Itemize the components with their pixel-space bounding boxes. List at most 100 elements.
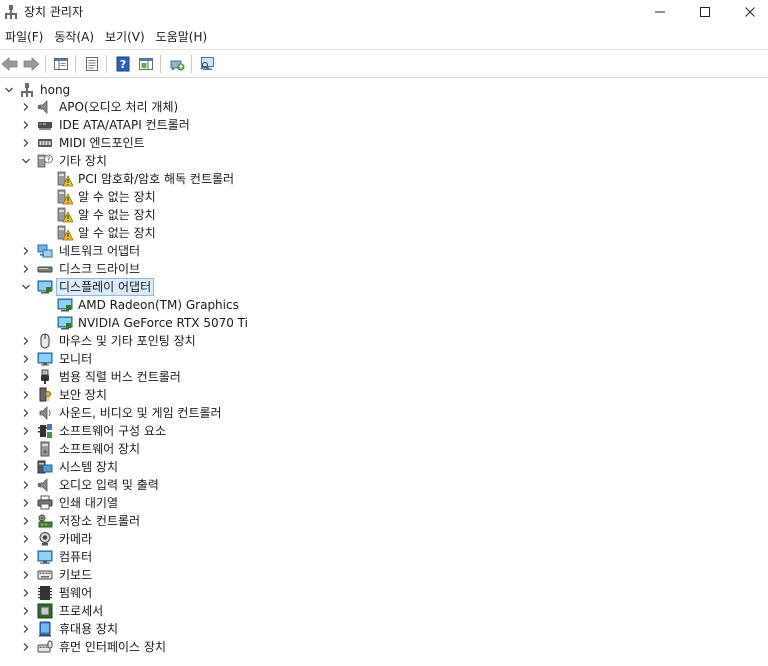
menu-action[interactable]: 동작(A) (49, 27, 99, 47)
action-pane-button[interactable] (136, 54, 156, 74)
chevron-right-icon[interactable] (18, 243, 34, 259)
show-hide-console-tree-button[interactable] (51, 54, 71, 74)
tree-category[interactable]: 컴퓨터 (0, 548, 768, 566)
tree-category[interactable]: 저장소 컨트롤러 (0, 512, 768, 530)
tree-category[interactable]: 시스템 장치 (0, 458, 768, 476)
tree-category-label: 컴퓨터 (59, 550, 93, 564)
chevron-right-icon[interactable] (18, 261, 34, 277)
toolbar-separator (160, 55, 161, 73)
chevron-right-icon[interactable] (18, 495, 34, 511)
chevron-right-icon[interactable] (18, 531, 34, 547)
chevron-right-icon[interactable] (18, 441, 34, 457)
chevron-right-icon[interactable] (18, 477, 34, 493)
chevron-right-icon[interactable] (18, 351, 34, 367)
tree-category[interactable]: APO(오디오 처리 개체) (0, 98, 768, 116)
menu-view[interactable]: 보기(V) (100, 27, 150, 47)
tree-device[interactable]: AMD Radeon(TM) Graphics (0, 296, 768, 314)
svg-text:?: ? (120, 58, 126, 71)
chevron-down-icon[interactable] (1, 82, 17, 98)
tree-device-label: 알 수 없는 장치 (78, 190, 156, 204)
tree-category-label: 디스플레이 어댑터 (56, 278, 155, 296)
chevron-right-icon[interactable] (18, 585, 34, 601)
back-button[interactable] (0, 54, 20, 74)
maximize-button[interactable] (681, 0, 729, 24)
help-icon: ? (116, 56, 130, 72)
tree-category[interactable]: 네트워크 어댑터 (0, 242, 768, 260)
action-pane-icon (139, 58, 153, 70)
chevron-down-icon[interactable] (18, 279, 34, 295)
speaker-icon (37, 477, 53, 493)
warning-device-icon (57, 207, 74, 223)
tree-category[interactable]: 휴대용 장치 (0, 620, 768, 638)
update-driver-button[interactable] (167, 54, 187, 74)
chevron-right-icon[interactable] (18, 387, 34, 403)
tree-category[interactable]: 사운드, 비디오 및 게임 컨트롤러 (0, 404, 768, 422)
tree-category[interactable]: 범용 직렬 버스 컨트롤러 (0, 368, 768, 386)
tree-category[interactable]: 모니터 (0, 350, 768, 368)
close-button[interactable] (726, 0, 768, 24)
scan-hardware-changes-button[interactable] (198, 54, 218, 74)
properties-button[interactable] (82, 54, 102, 74)
chevron-right-icon[interactable] (18, 405, 34, 421)
tree-device[interactable]: PCI 암호화/암호 해독 컨트롤러 (0, 170, 768, 188)
tree-category[interactable]: 인쇄 대기열 (0, 494, 768, 512)
tree-category[interactable]: 펌웨어 (0, 584, 768, 602)
midi-keyboard-icon (37, 135, 53, 151)
chevron-right-icon[interactable] (18, 567, 34, 583)
tree-device[interactable]: 알 수 없는 장치 (0, 206, 768, 224)
chevron-right-icon[interactable] (18, 423, 34, 439)
speaker-icon (37, 99, 53, 115)
chevron-right-icon[interactable] (18, 513, 34, 529)
chevron-right-icon[interactable] (18, 117, 34, 133)
tree-category[interactable]: 마우스 및 기타 포인팅 장치 (0, 332, 768, 350)
tree-category[interactable]: MIDI 엔드포인트 (0, 134, 768, 152)
tree-category[interactable]: 소프트웨어 장치 (0, 440, 768, 458)
tree-category[interactable]: IDE ATA/ATAPI 컨트롤러 (0, 116, 768, 134)
chevron-down-icon[interactable] (18, 153, 34, 169)
tree-category[interactable]: ? 기타 장치 (0, 152, 768, 170)
chevron-right-icon[interactable] (18, 549, 34, 565)
show-hide-console-tree-icon (54, 58, 68, 70)
tree-category-label: 시스템 장치 (59, 460, 119, 474)
tree-device[interactable]: 알 수 없는 장치 (0, 188, 768, 206)
tree-root[interactable]: hong (0, 81, 768, 99)
chevron-right-icon[interactable] (18, 135, 34, 151)
chevron-right-icon[interactable] (18, 639, 34, 655)
tree-category-label: 디스크 드라이브 (59, 262, 141, 276)
chevron-right-icon[interactable] (18, 459, 34, 475)
toolbar-separator (45, 55, 46, 73)
security-key-icon (37, 387, 53, 403)
menu-help[interactable]: 도움말(H) (151, 27, 213, 47)
tree-device[interactable]: NVIDIA GeForce RTX 5070 Ti (0, 314, 768, 332)
tree-category[interactable]: 디스크 드라이브 (0, 260, 768, 278)
firmware-icon (37, 585, 53, 601)
tree-category[interactable]: 오디오 입력 및 출력 (0, 476, 768, 494)
maximize-icon (700, 7, 710, 17)
tree-category[interactable]: 보안 장치 (0, 386, 768, 404)
tree-category[interactable]: 소프트웨어 구성 요소 (0, 422, 768, 440)
minimize-icon (655, 11, 665, 13)
tree-root-label: hong (40, 83, 71, 97)
sound-icon (37, 405, 53, 421)
tree-category-selected[interactable]: 디스플레이 어댑터 (0, 278, 768, 296)
minimize-button[interactable] (636, 0, 684, 24)
chevron-right-icon[interactable] (18, 621, 34, 637)
tree-category-label: 모니터 (59, 352, 93, 366)
tree-category-label: 오디오 입력 및 출력 (59, 478, 159, 492)
help-button[interactable]: ? (113, 54, 133, 74)
tree-device[interactable]: 알 수 없는 장치 (0, 224, 768, 242)
tree-category[interactable]: 카메라 (0, 530, 768, 548)
chevron-right-icon[interactable] (18, 603, 34, 619)
tree-category[interactable]: 휴먼 인터페이스 장치 (0, 638, 768, 656)
chevron-right-icon[interactable] (18, 369, 34, 385)
chevron-right-icon[interactable] (18, 333, 34, 349)
disk-drive-icon (37, 261, 53, 277)
human-interface-device-icon (37, 639, 53, 655)
forward-button[interactable] (21, 54, 41, 74)
menu-file[interactable]: 파일(F) (0, 27, 48, 47)
computer-root-icon (19, 82, 35, 98)
tree-category[interactable]: 프로세서 (0, 602, 768, 620)
tree-category[interactable]: 키보드 (0, 566, 768, 584)
scan-hardware-changes-icon (200, 57, 214, 70)
chevron-right-icon[interactable] (18, 99, 34, 115)
